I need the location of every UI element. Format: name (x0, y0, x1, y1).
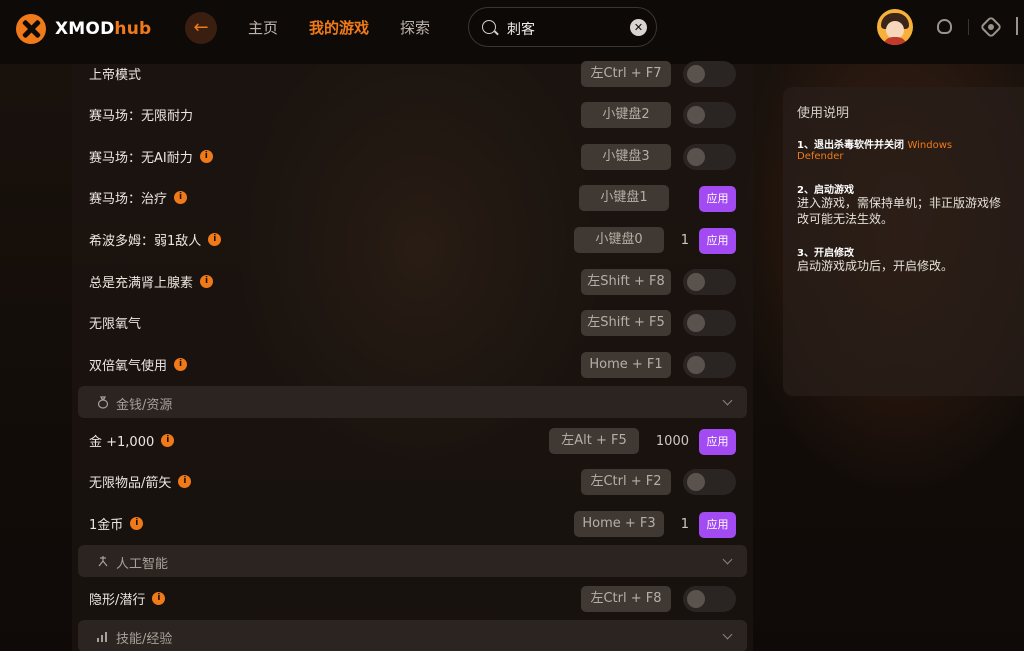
nav-my-games[interactable]: 我的游戏 (309, 17, 369, 38)
option-label: 赛马场：无AI耐力 i (89, 147, 213, 166)
toggle-switch[interactable] (683, 269, 736, 295)
toggle-switch[interactable] (683, 586, 736, 612)
section-header-ai[interactable]: 人工智能 (78, 545, 747, 577)
option-row: 希波多姆：弱1敌人 i 小键盘0 1 应用 (72, 219, 753, 259)
hotkey-badge[interactable]: 小键盘1 (579, 185, 669, 211)
nav-explore[interactable]: 探索 (400, 17, 430, 38)
option-row: 上帝模式 左Ctrl + F7 (72, 53, 753, 93)
apply-button[interactable]: 应用 (699, 186, 736, 212)
section-header-money[interactable]: 金钱/资源 (78, 386, 747, 418)
hotkey-badge[interactable]: 左Shift + F8 (581, 269, 671, 295)
chevron-down-icon (722, 629, 733, 640)
toggle-switch[interactable] (683, 61, 736, 87)
instructions-panel: 使用说明 1、退出杀毒软件并关闭 Windows Defender 2、启动游戏… (783, 87, 1024, 396)
avatar[interactable] (877, 9, 913, 45)
divider (968, 19, 969, 35)
option-label: 上帝模式 (89, 68, 142, 83)
step-3-body: 启动游戏成功后，开启修改。 (797, 259, 954, 273)
logo-text-a: XMOD (55, 19, 115, 39)
hotkey-badge[interactable]: 左Alt + F5 (549, 428, 639, 454)
logo-text-b: hub (114, 19, 152, 39)
option-row: 赛马场：无限耐力 小键盘2 (72, 94, 753, 134)
hotkey-badge[interactable]: 小键盘3 (581, 144, 671, 170)
option-label: 总是充满肾上腺素 i (89, 272, 214, 291)
settings-icon[interactable] (979, 15, 1003, 39)
option-row: 赛马场：治疗 i 小键盘1 应用 (72, 177, 753, 217)
hotkey-badge[interactable]: 左Ctrl + F7 (581, 61, 671, 87)
nav-home[interactable]: 主页 (248, 17, 278, 38)
step-1-title: 1、退出杀毒软件并关闭 Windows Defender (797, 140, 953, 162)
section-label: 技能/经验 (116, 632, 173, 647)
search-icon (482, 20, 496, 34)
logo[interactable]: XMODhub (16, 14, 151, 44)
info-icon[interactable]: i (178, 475, 192, 488)
step-2-body: 进入游戏，需保持单机；非正版游戏修改可能无法生效。 (797, 196, 1002, 226)
option-row: 双倍氧气使用 i Home + F1 (72, 344, 753, 384)
option-label: 赛马场：无限耐力 (89, 109, 194, 124)
option-label: 无限物品/箭矢 i (89, 472, 192, 491)
logo-text: XMODhub (55, 19, 151, 39)
option-row: 金 +1,000 i 左Alt + F5 1000 应用 (72, 420, 753, 460)
section-label: 金钱/资源 (116, 398, 173, 413)
option-label: 无限氧气 (89, 317, 142, 332)
section-header-skills[interactable]: 技能/经验 (78, 620, 747, 651)
step-3-title: 3、开启修改 (797, 248, 854, 259)
option-label: 希波多姆：弱1敌人 i (89, 230, 222, 249)
info-icon[interactable]: i (208, 233, 222, 246)
option-row: 赛马场：无AI耐力 i 小键盘3 (72, 136, 753, 176)
hotkey-badge[interactable]: Home + F1 (581, 352, 671, 378)
option-row: 隐形/潜行 i 左Ctrl + F8 (72, 578, 753, 618)
back-arrow-icon[interactable]: ← (185, 12, 217, 44)
option-row: 1金币 i Home + F3 1 应用 (72, 503, 753, 543)
search-value: 刺客 (507, 22, 535, 38)
hotkey-badge[interactable]: 左Shift + F5 (581, 310, 671, 336)
info-icon[interactable]: i (152, 592, 166, 605)
ai-icon (98, 556, 108, 567)
search-input[interactable]: 刺客 ✕ (468, 7, 657, 47)
option-label: 隐形/潜行 i (89, 589, 166, 608)
step-2-title: 2、启动游戏 (797, 185, 854, 196)
hotkey-badge[interactable]: 左Ctrl + F8 (581, 586, 671, 612)
info-icon[interactable]: i (161, 434, 175, 447)
notification-icon[interactable] (937, 19, 952, 34)
toggle-switch[interactable] (683, 310, 736, 336)
toggle-switch[interactable] (683, 102, 736, 128)
toggle-switch[interactable] (683, 469, 736, 495)
hotkey-badge[interactable]: Home + F3 (574, 511, 664, 537)
apply-button[interactable]: 应用 (699, 228, 736, 254)
cheat-options-panel: 上帝模式 左Ctrl + F7 赛马场：无限耐力 小键盘2 赛马场：无AI耐力 i… (72, 61, 753, 651)
more-icon[interactable] (1016, 17, 1024, 35)
option-label: 1金币 i (89, 514, 144, 533)
option-label: 金 +1,000 i (89, 431, 175, 450)
hotkey-badge[interactable]: 小键盘2 (581, 102, 671, 128)
toggle-switch[interactable] (683, 352, 736, 378)
info-icon[interactable]: i (200, 275, 214, 288)
toggle-switch[interactable] (683, 144, 736, 170)
option-label: 赛马场：治疗 i (89, 188, 188, 207)
clear-icon[interactable]: ✕ (630, 19, 647, 36)
option-row: 无限物品/箭矢 i 左Ctrl + F2 (72, 461, 753, 501)
amount-value: 1 (680, 233, 689, 248)
hotkey-badge[interactable]: 小键盘0 (574, 227, 664, 253)
info-icon[interactable]: i (174, 358, 188, 371)
apply-button[interactable]: 应用 (699, 512, 736, 538)
info-icon[interactable]: i (130, 517, 144, 530)
logo-icon (16, 14, 46, 44)
option-row: 无限氧气 左Shift + F5 (72, 302, 753, 342)
amount-value: 1 (680, 517, 689, 532)
section-label: 人工智能 (116, 557, 169, 572)
amount-value: 1000 (655, 434, 689, 449)
option-row: 总是充满肾上腺素 i 左Shift + F8 (72, 261, 753, 301)
instructions-title: 使用说明 (797, 106, 850, 121)
money-bag-icon (97, 396, 109, 409)
chevron-down-icon (722, 395, 733, 406)
apply-button[interactable]: 应用 (699, 429, 736, 455)
chevron-down-icon (722, 554, 733, 565)
chart-icon (97, 632, 107, 642)
info-icon[interactable]: i (174, 191, 188, 204)
option-label: 双倍氧气使用 i (89, 355, 188, 374)
hotkey-badge[interactable]: 左Ctrl + F2 (581, 469, 671, 495)
info-icon[interactable]: i (199, 150, 213, 163)
